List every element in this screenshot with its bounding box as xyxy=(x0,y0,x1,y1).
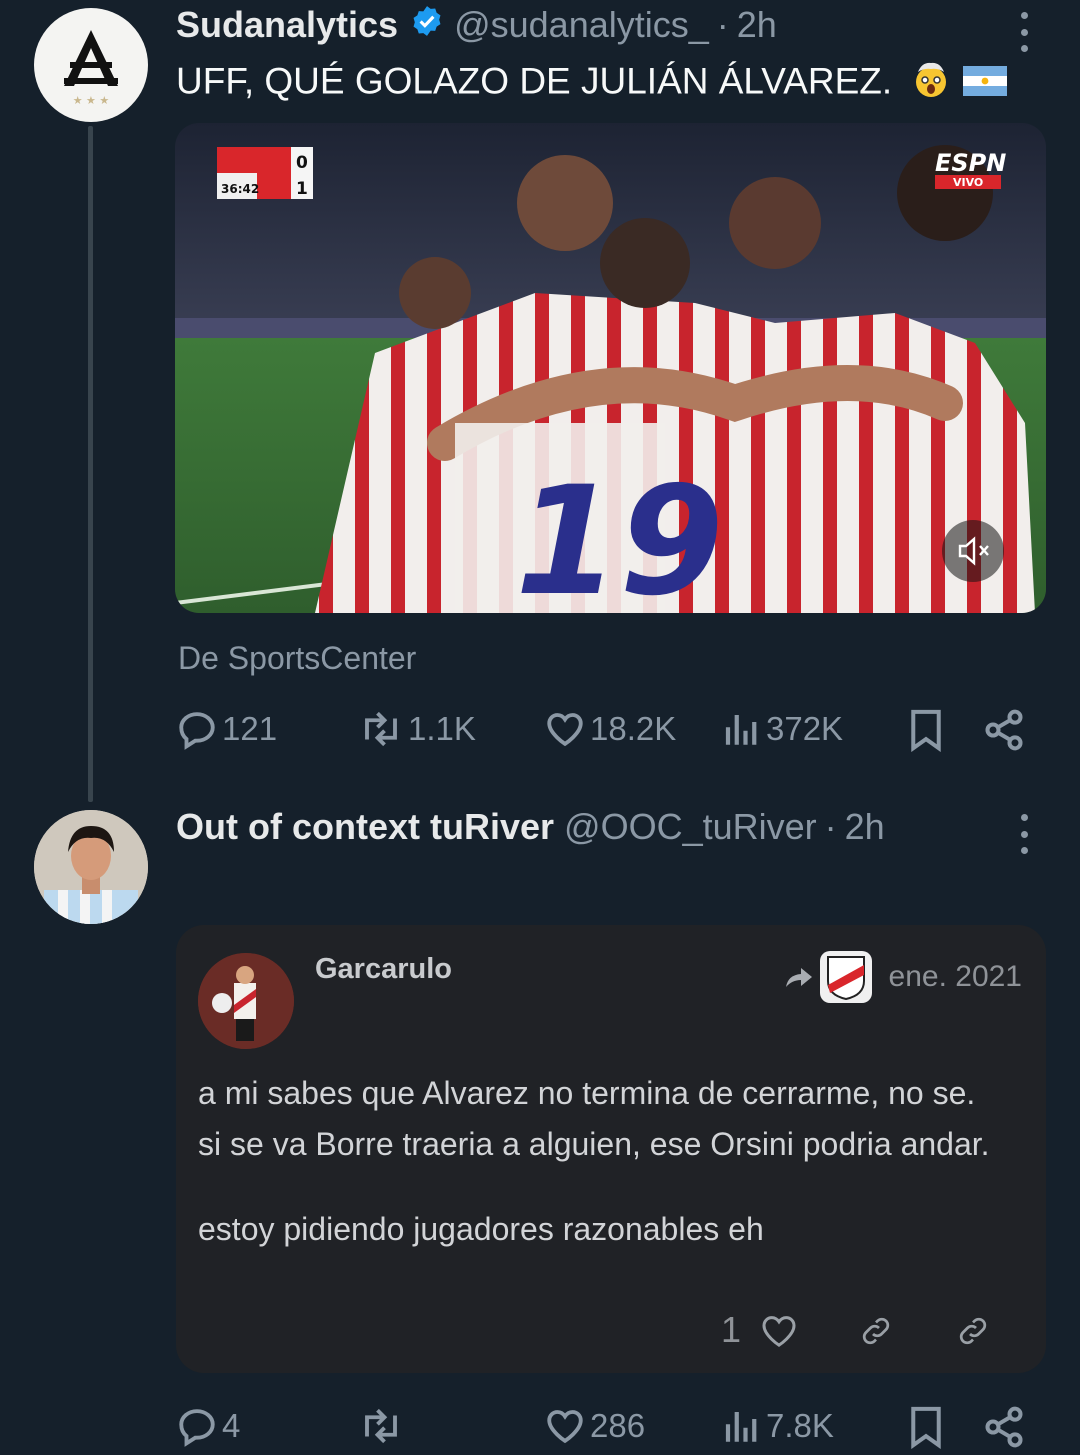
live-badge: VIVO xyxy=(953,176,983,189)
repost-count: 1.1K xyxy=(408,710,476,747)
repost-icon xyxy=(365,711,397,747)
exploding-head-emoji-icon xyxy=(910,58,952,109)
bookmark-icon xyxy=(911,1406,941,1449)
repost-icon xyxy=(365,1408,397,1444)
reply-count: 4 xyxy=(222,1407,241,1444)
quote-link-icon xyxy=(856,1313,896,1354)
handle[interactable]: @sudanalytics_ xyxy=(454,4,709,46)
tweet-video[interactable]: 19 36:42 0 1 ESPN VIVO xyxy=(175,123,1046,613)
quote-line-3: estoy pidiendo jugadores razonables eh xyxy=(198,1211,764,1247)
view-count: 7.8K xyxy=(766,1407,834,1444)
reply-button[interactable]: 4 xyxy=(176,1405,240,1447)
svg-text:★ ★ ★: ★ ★ ★ xyxy=(73,94,110,107)
score-home: 0 xyxy=(296,153,308,173)
match-clock: 36:42 xyxy=(221,182,259,196)
more-options-icon[interactable] xyxy=(1014,12,1034,52)
handle[interactable]: @OOC_tuRiver xyxy=(564,806,817,848)
verified-badge-icon xyxy=(410,4,444,47)
avatar[interactable]: ★ ★ ★ xyxy=(34,8,148,122)
reply-icon xyxy=(179,1409,215,1447)
forward-arrow-icon xyxy=(783,963,815,996)
quote-heart-icon xyxy=(758,1311,800,1356)
reply-count: 121 xyxy=(222,710,278,747)
display-name[interactable]: Sudanalytics xyxy=(176,4,398,46)
heart-icon xyxy=(547,1410,583,1444)
share-button[interactable] xyxy=(982,1405,1026,1449)
quote-link-icon xyxy=(953,1313,993,1354)
views-button[interactable]: 7.8K xyxy=(722,1405,834,1447)
like-count: 18.2K xyxy=(590,710,677,747)
quote-like-count: 1 xyxy=(721,1309,742,1350)
like-count: 286 xyxy=(590,1407,646,1444)
heart-icon xyxy=(547,713,583,747)
views-icon xyxy=(725,1412,757,1442)
reply-icon xyxy=(179,712,215,750)
muted-speaker-icon xyxy=(958,536,989,566)
thread-connector xyxy=(88,126,93,802)
bookmark-icon xyxy=(911,709,941,752)
view-count: 372K xyxy=(766,710,844,747)
quoted-image[interactable]: Garcarulo ene. 2021 a mi sabes que Alvar… xyxy=(176,925,1046,1373)
mute-button[interactable] xyxy=(942,520,1004,582)
like-button[interactable]: 286 xyxy=(544,1405,645,1447)
tweet-header: Sudanalytics @sudanalytics_ · 2h xyxy=(176,4,777,47)
share-icon xyxy=(985,709,1023,751)
score-away: 1 xyxy=(296,179,308,199)
timestamp[interactable]: 2h xyxy=(737,4,777,46)
repost-button[interactable]: 1.1K xyxy=(358,708,476,750)
share-button[interactable] xyxy=(982,708,1026,752)
sudanalytics-logo: ★ ★ ★ xyxy=(64,30,118,107)
quote-date: ene. 2021 xyxy=(888,960,1022,993)
bookmark-button[interactable] xyxy=(906,1405,946,1449)
repost-button[interactable] xyxy=(358,1405,408,1447)
views-icon xyxy=(725,715,757,745)
reply-button[interactable]: 121 xyxy=(176,708,277,750)
quote-author-avatar xyxy=(198,953,294,1049)
video-frame: 19 36:42 0 1 ESPN VIVO xyxy=(175,123,1046,613)
source-label[interactable]: De SportsCenter xyxy=(178,640,416,677)
display-name[interactable]: Out of context tuRiver xyxy=(176,806,554,848)
avatar[interactable] xyxy=(34,810,148,924)
separator-dot: · xyxy=(824,806,837,847)
avatar-photo xyxy=(34,810,148,924)
quote-author-name: Garcarulo xyxy=(315,953,452,985)
river-plate-badge-icon xyxy=(820,951,872,1003)
like-button[interactable]: 18.2K xyxy=(544,708,676,750)
share-icon xyxy=(985,1406,1023,1448)
tweet-text-content: UFF, QUÉ GOLAZO DE JULIÁN ÁLVAREZ. xyxy=(176,60,893,102)
timestamp[interactable]: 2h xyxy=(845,806,885,848)
quote-line-1: a mi sabes que Alvarez no termina de cer… xyxy=(198,1075,976,1111)
tweet-header: Out of context tuRiver @OOC_tuRiver · 2h xyxy=(176,806,885,848)
jersey-number: 19 xyxy=(515,455,724,613)
quote-line-2: si se va Borre traeria a alguien, ese Or… xyxy=(198,1126,990,1162)
bookmark-button[interactable] xyxy=(906,708,946,752)
broadcaster-logo: ESPN xyxy=(935,149,1006,177)
more-options-icon[interactable] xyxy=(1014,814,1034,854)
argentina-flag-icon xyxy=(962,63,1007,105)
views-button[interactable]: 372K xyxy=(722,708,843,750)
separator-dot: · xyxy=(716,4,729,45)
tweet-text: UFF, QUÉ GOLAZO DE JULIÁN ÁLVAREZ. xyxy=(176,58,1007,109)
